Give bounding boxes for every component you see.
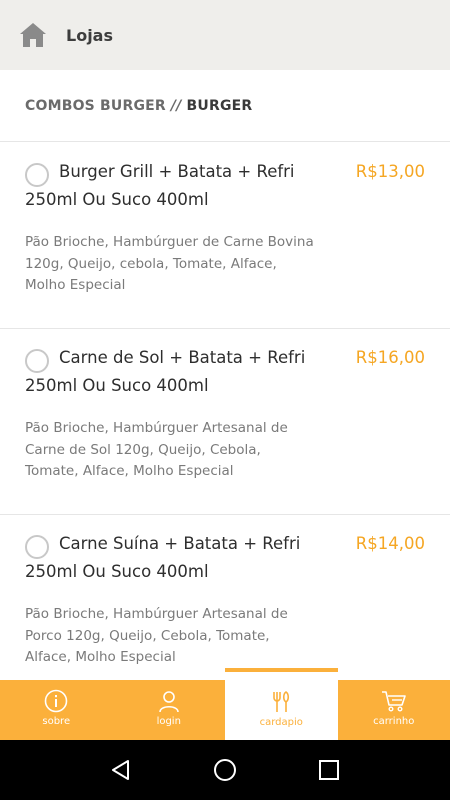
item-title: Carne Suína + Batata + Refri 250ml Ou Su… — [25, 534, 301, 581]
select-radio[interactable] — [25, 535, 49, 559]
item-price: R$14,00 — [355, 534, 425, 553]
select-radio[interactable] — [25, 349, 49, 373]
list-item[interactable]: Burger Grill + Batata + Refri 250ml Ou S… — [0, 143, 450, 329]
tab-label: cardapio — [259, 717, 303, 728]
tab-login[interactable]: login — [113, 680, 226, 740]
home-circle-icon[interactable] — [213, 758, 237, 782]
item-description: Pão Brioche, Hambúrguer Artesanal de Por… — [25, 606, 288, 665]
tab-carrinho[interactable]: carrinho — [338, 680, 450, 740]
list-item[interactable]: Carne de Sol + Batata + Refri 250ml Ou S… — [0, 329, 450, 515]
tab-label: carrinho — [373, 716, 415, 727]
tab-sobre[interactable]: sobre — [0, 680, 113, 740]
cart-icon — [381, 691, 406, 712]
system-navigation-bar — [0, 740, 450, 800]
bottom-nav: sobre login cardapio carrinho — [0, 668, 450, 740]
app-bar: Lojas — [0, 0, 450, 70]
product-list: Burger Grill + Batata + Refri 250ml Ou S… — [0, 143, 450, 701]
breadcrumb-separator: // — [170, 97, 182, 114]
info-icon — [44, 689, 68, 713]
breadcrumb-parent[interactable]: COMBOS BURGER — [25, 98, 166, 114]
breadcrumb-current: BURGER — [186, 97, 253, 114]
breadcrumb: COMBOS BURGER // BURGER — [0, 70, 450, 142]
item-price: R$16,00 — [355, 348, 425, 367]
recents-icon[interactable] — [318, 759, 340, 781]
home-icon — [20, 23, 46, 47]
item-price: R$13,00 — [355, 162, 425, 181]
tab-cardapio[interactable]: cardapio — [225, 668, 338, 740]
cutlery-icon — [273, 691, 290, 712]
item-title: Carne de Sol + Batata + Refri 250ml Ou S… — [25, 348, 306, 395]
item-description: Pão Brioche, Hambúrguer de Carne Bovina … — [25, 234, 314, 293]
back-icon[interactable] — [110, 759, 132, 781]
page-title: Lojas — [66, 25, 113, 45]
tab-label: login — [156, 716, 181, 727]
user-icon — [158, 691, 179, 713]
select-radio[interactable] — [25, 163, 49, 187]
item-title: Burger Grill + Batata + Refri 250ml Ou S… — [25, 162, 295, 209]
home-button[interactable] — [0, 0, 66, 70]
tab-label: sobre — [42, 716, 71, 727]
item-description: Pão Brioche, Hambúrguer Artesanal de Car… — [25, 420, 288, 479]
